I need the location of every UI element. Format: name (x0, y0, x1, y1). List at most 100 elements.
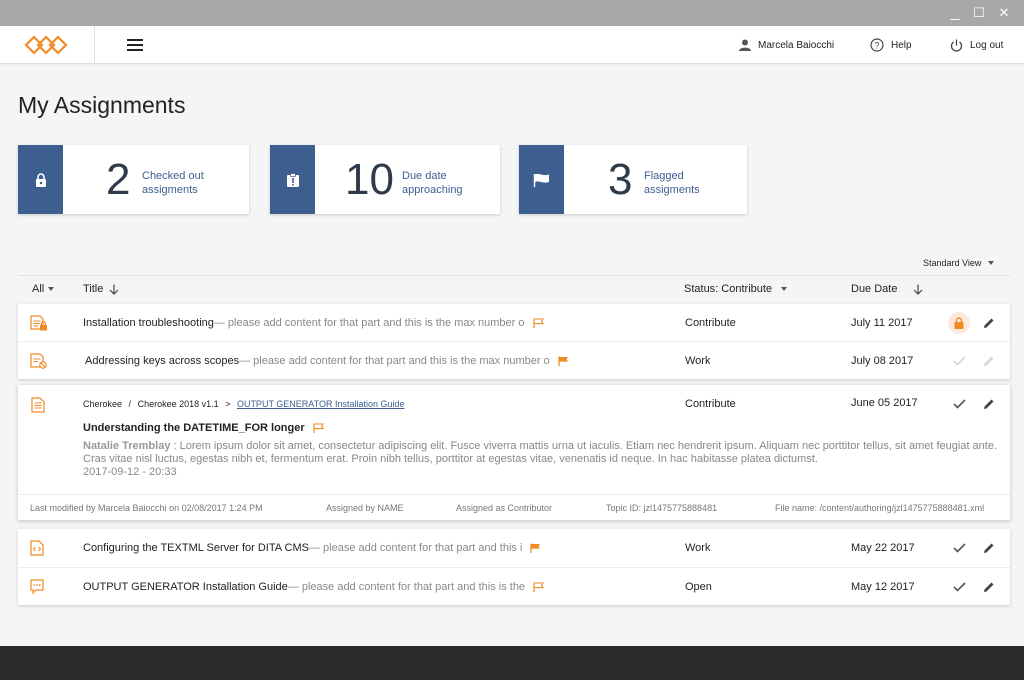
column-all-label: All (32, 283, 45, 295)
row-title-cell: Addressing keys across scopes — please a… (85, 342, 615, 379)
comment-block: Natalie Tremblay : Lorem ipsum dolor sit… (83, 440, 998, 479)
view-select[interactable]: Standard View (923, 258, 995, 268)
app-logo[interactable] (0, 26, 95, 64)
pencil-icon (984, 543, 994, 553)
logout-button[interactable]: Log out (950, 26, 1003, 64)
stat-label: Due date (402, 170, 447, 182)
breadcrumb-link[interactable]: OUTPUT GENERATOR Installation Guide (237, 399, 405, 409)
flag-filled-icon[interactable] (530, 543, 541, 553)
meta-topic-id: Topic ID: jzl1475775888481 (606, 503, 718, 513)
user-icon (739, 39, 751, 51)
expanded-assignment[interactable]: Cherokee / Cherokee 2018 v1.1 > OUTPUT G… (18, 385, 1010, 520)
checked-out-lock-button[interactable] (948, 312, 970, 334)
pencil-icon (984, 318, 994, 328)
table-row[interactable]: OUTPUT GENERATOR Installation Guide — pl… (18, 567, 1010, 604)
row-due-date: July 11 2017 (851, 316, 913, 329)
row-title[interactable]: Configuring the TEXTML Server for DITA C… (83, 542, 309, 554)
assignment-group: Configuring the TEXTML Server for DITA C… (18, 529, 1010, 605)
chevron-down-icon (988, 261, 995, 265)
row-status: Open (685, 580, 712, 593)
column-title[interactable]: Title (83, 276, 119, 302)
page-title: My Assignments (18, 92, 186, 118)
stat-label: assigments (142, 184, 198, 196)
stat-card-flagged[interactable]: 3 Flagged assigments (519, 145, 747, 214)
help-button[interactable]: ? Help (870, 26, 912, 64)
row-title[interactable]: Installation troubleshooting (83, 317, 214, 329)
flag-outline-icon[interactable] (313, 423, 324, 433)
filter-all[interactable]: All (32, 276, 55, 302)
row-status: Contribute (685, 398, 736, 410)
comment-author: Natalie Tremblay (83, 440, 171, 452)
comment-text: : Lorem ipsum dolor sit amet, consectetu… (83, 440, 998, 465)
row-excerpt: — please add content for that part and t… (213, 316, 525, 329)
edit-button[interactable] (978, 576, 1000, 598)
stat-label: Checked out (142, 170, 204, 182)
lock-icon (954, 317, 964, 329)
row-status: Contribute (685, 316, 736, 329)
lock-icon (35, 172, 46, 187)
column-due-label: Due Date (851, 283, 898, 295)
table-row[interactable]: Configuring the TEXTML Server for DITA C… (18, 529, 1010, 566)
complete-button[interactable] (948, 350, 970, 372)
assignment-group: Installation troubleshooting — please ad… (18, 304, 1010, 379)
metadata-bar: Last modified by Marcela Baiocchi on 02/… (18, 494, 1010, 520)
user-menu[interactable]: Marcela Baiocchi (739, 26, 834, 64)
breadcrumb: Cherokee / Cherokee 2018 v1.1 > OUTPUT G… (83, 399, 405, 409)
flag-icon (533, 173, 549, 187)
row-title-cell: Installation troubleshooting — please ad… (83, 304, 613, 341)
row-status: Work (685, 541, 711, 554)
pencil-icon (984, 356, 994, 366)
row-title[interactable]: Addressing keys across scopes (85, 355, 239, 367)
row-excerpt: — please add content for that part and t… (308, 541, 523, 554)
table-row[interactable]: Addressing keys across scopes — please a… (18, 341, 1010, 378)
check-icon (952, 582, 966, 592)
flag-filled-icon[interactable] (558, 356, 569, 366)
check-icon (952, 356, 966, 366)
meta-file-name: File name: /content/authoring/jzl1475775… (775, 503, 985, 513)
meta-assigned-by: Assigned by NAME (326, 503, 404, 513)
stat-card-checked-out[interactable]: 2 Checked out assigments (18, 145, 249, 214)
column-status[interactable]: Status: Contribute (684, 276, 788, 302)
row-title[interactable]: OUTPUT GENERATOR Installation Guide (83, 581, 288, 593)
doc-lock-icon (30, 304, 48, 341)
breadcrumb-item[interactable]: Cherokee 2018 v1.1 (138, 399, 219, 409)
minimize-button[interactable]: _ (942, 0, 968, 26)
column-title-label: Title (83, 283, 104, 295)
table-row[interactable]: Installation troubleshooting — please ad… (18, 304, 1010, 341)
check-icon (952, 399, 966, 409)
comment-date: 2017-09-12 - 20:33 (83, 466, 177, 478)
code-doc-icon (30, 529, 44, 566)
window-titlebar: _ ☐ ✕ (0, 0, 1024, 26)
stat-card-due-date[interactable]: 10 Due date approaching (270, 145, 500, 214)
row-excerpt: — please add content for that part and t… (239, 354, 550, 367)
complete-button[interactable] (948, 576, 970, 598)
chat-doc-icon (30, 568, 44, 605)
edit-button[interactable] (978, 350, 1000, 372)
row-title-cell: Configuring the TEXTML Server for DITA C… (83, 529, 613, 566)
row-title-cell: OUTPUT GENERATOR Installation Guide — pl… (83, 568, 613, 605)
menu-button[interactable] (127, 39, 143, 51)
complete-button[interactable] (948, 393, 970, 415)
stat-icon-box (18, 145, 63, 214)
view-select-label: Standard View (923, 258, 982, 268)
complete-button[interactable] (948, 537, 970, 559)
flag-outline-icon[interactable] (533, 581, 545, 592)
stat-value: 3 (608, 155, 633, 204)
edit-button[interactable] (978, 312, 1000, 334)
stat-value: 2 (106, 155, 131, 204)
breadcrumb-item[interactable]: Cherokee (83, 399, 122, 409)
sort-down-icon (109, 284, 119, 295)
edit-button[interactable] (978, 537, 1000, 559)
check-icon (952, 543, 966, 553)
expanded-title-row: Understanding the DATETIME_FOR longer (83, 422, 324, 434)
close-button[interactable]: ✕ (991, 0, 1017, 26)
edit-button[interactable] (978, 393, 1000, 415)
stat-label: approaching (402, 184, 463, 196)
pencil-icon (984, 582, 994, 592)
document-icon (31, 397, 45, 418)
column-due-date[interactable]: Due Date (851, 276, 923, 302)
stat-icon-box (270, 145, 315, 214)
expanded-title[interactable]: Understanding the DATETIME_FOR longer (83, 422, 305, 434)
flag-outline-icon[interactable] (532, 317, 544, 328)
maximize-button[interactable]: ☐ (966, 0, 992, 26)
